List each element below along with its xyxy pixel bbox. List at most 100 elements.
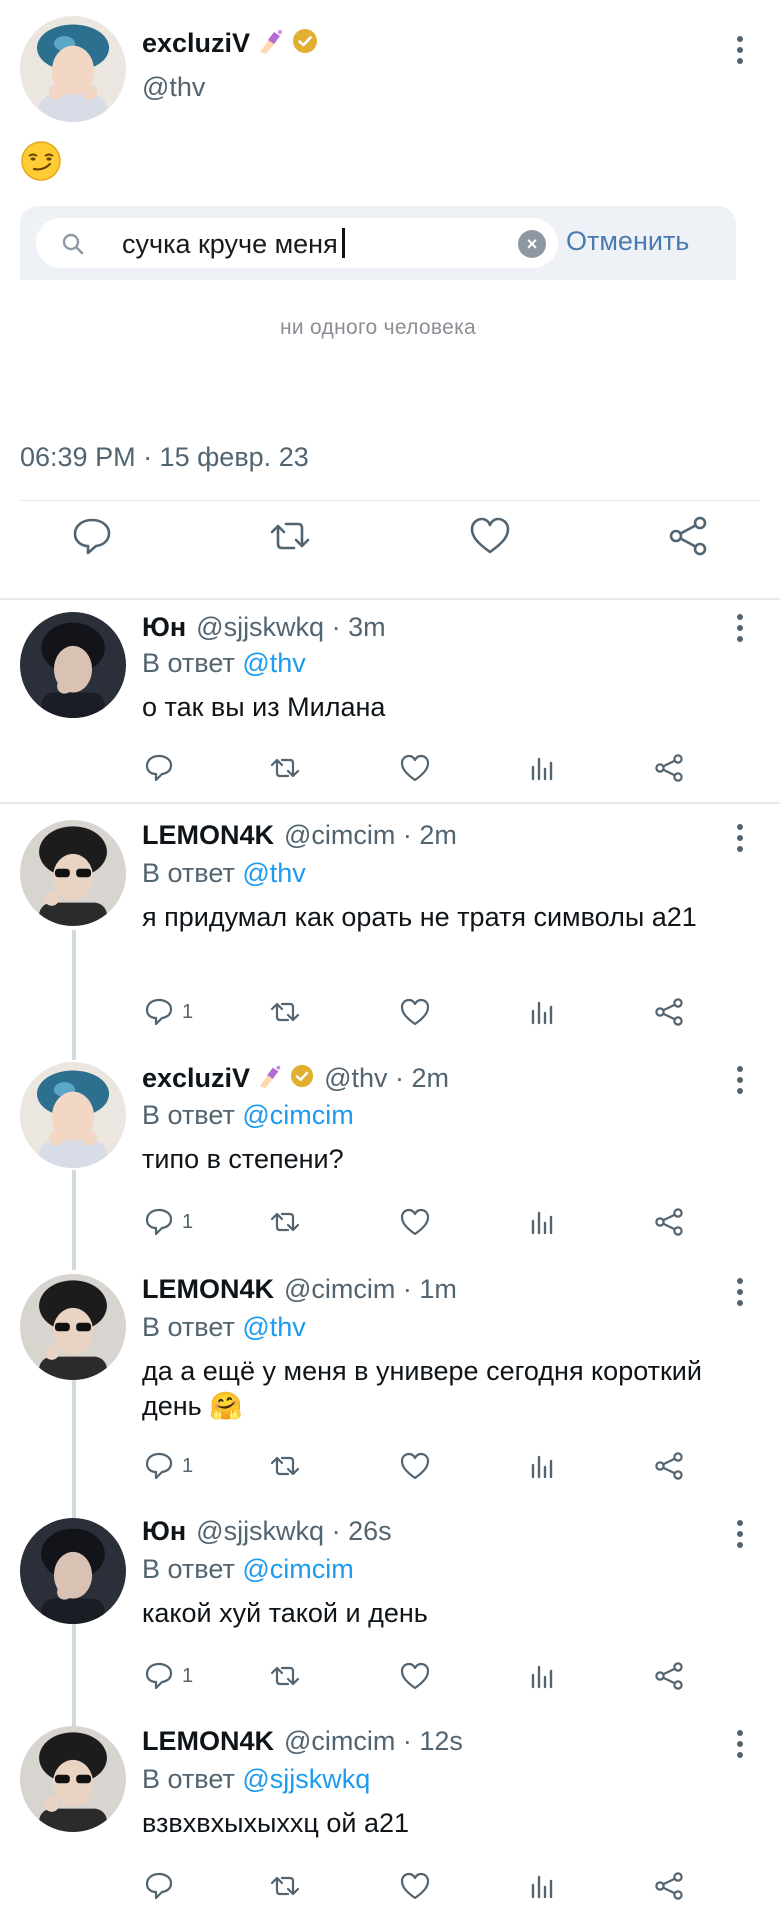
share-button[interactable] xyxy=(652,1658,686,1694)
author-name[interactable]: LEMON4K xyxy=(142,820,274,851)
reply-button[interactable]: 1 xyxy=(142,1204,193,1240)
like-button[interactable] xyxy=(398,1448,432,1484)
reply-action-bar: 1 xyxy=(0,1658,780,1698)
like-icon[interactable] xyxy=(466,512,514,560)
like-button[interactable] xyxy=(398,1658,432,1694)
author-handle[interactable]: @cimcim · 1m xyxy=(284,1274,457,1305)
reply-text: взвхвхыхыххц ой а21 xyxy=(142,1808,410,1838)
analytics-button[interactable] xyxy=(526,1204,560,1240)
more-options-icon[interactable] xyxy=(726,1514,754,1554)
reply-button[interactable] xyxy=(142,750,182,786)
mention-link[interactable]: @cimcim xyxy=(242,1554,353,1584)
author-name[interactable]: Юн xyxy=(142,612,186,643)
more-options-icon[interactable] xyxy=(726,1272,754,1312)
author-name[interactable]: LEMON4K xyxy=(142,1274,274,1305)
avatar[interactable] xyxy=(20,612,126,718)
verified-badge-icon xyxy=(292,28,318,59)
analytics-button[interactable] xyxy=(526,994,560,1030)
author-handle[interactable]: @thv · 2m xyxy=(324,1063,449,1094)
more-options-icon[interactable] xyxy=(726,30,754,70)
avatar[interactable] xyxy=(20,820,126,926)
divider xyxy=(20,500,760,501)
author-name[interactable]: excluziV xyxy=(142,1063,250,1094)
like-button[interactable] xyxy=(398,994,432,1030)
reply-button[interactable]: 1 xyxy=(142,994,193,1030)
main-avatar[interactable] xyxy=(20,16,126,122)
reply-tweet[interactable]: Юн @sjjskwkq · 3m В ответ @thv о так вы … xyxy=(0,600,780,802)
avatar[interactable] xyxy=(20,1518,126,1624)
share-icon xyxy=(655,1452,683,1480)
analytics-button[interactable] xyxy=(526,1448,560,1484)
analytics-button[interactable] xyxy=(526,750,560,786)
reply-to-line: В ответ @thv xyxy=(142,858,306,888)
more-options-icon[interactable] xyxy=(726,818,754,858)
like-button[interactable] xyxy=(398,1204,432,1240)
tweet-timestamp[interactable]: 06:39 PM · 15 февр. 23 xyxy=(20,442,309,473)
retweet-icon[interactable] xyxy=(266,512,314,560)
reply-text: типо в степени? xyxy=(142,1144,344,1174)
more-options-icon[interactable] xyxy=(726,1060,754,1100)
avatar[interactable] xyxy=(20,1062,126,1168)
search-icon xyxy=(62,233,84,255)
reply-icon[interactable] xyxy=(68,512,116,560)
analytics-button[interactable] xyxy=(526,1658,560,1694)
verified-badge-icon xyxy=(290,1064,314,1093)
author-name[interactable]: LEMON4K xyxy=(142,1726,274,1757)
author-handle[interactable]: @sjjskwkq · 26s xyxy=(196,1516,391,1547)
share-icon xyxy=(655,1872,683,1900)
main-tweet: excluziV @thv сучка круче меня × Отменит… xyxy=(0,0,780,598)
reply-tweet[interactable]: LEMON4K @cimcim · 1m В ответ @thv да а е… xyxy=(0,1260,780,1504)
reply-to-line: В ответ @cimcim xyxy=(142,1554,354,1584)
retweet-button[interactable] xyxy=(268,1658,302,1694)
share-button[interactable] xyxy=(652,1448,686,1484)
share-button[interactable] xyxy=(652,750,686,786)
avatar[interactable] xyxy=(20,1726,126,1832)
like-icon xyxy=(400,1452,430,1480)
reply-to-line: В ответ @cimcim xyxy=(142,1100,354,1130)
retweet-icon xyxy=(270,1666,300,1686)
author-handle[interactable]: @cimcim · 12s xyxy=(284,1726,463,1757)
avatar[interactable] xyxy=(20,1274,126,1380)
analytics-icon xyxy=(531,1665,553,1689)
author-handle[interactable]: @sjjskwkq · 3m xyxy=(196,612,385,643)
retweet-button[interactable] xyxy=(268,1448,302,1484)
share-button[interactable] xyxy=(652,994,686,1030)
author-name[interactable]: Юн xyxy=(142,1516,186,1547)
share-button[interactable] xyxy=(652,1204,686,1240)
analytics-icon xyxy=(531,1455,553,1479)
more-options-icon[interactable] xyxy=(726,608,754,648)
tweet-emoji xyxy=(20,140,62,182)
reply-icon xyxy=(145,1872,173,1900)
analytics-icon xyxy=(531,1875,553,1899)
reply-tweet[interactable]: Юн @sjjskwkq · 26s В ответ @cimcim какой… xyxy=(0,1504,780,1712)
analytics-button[interactable] xyxy=(526,1868,560,1904)
retweet-button[interactable] xyxy=(268,750,302,786)
reply-button[interactable]: 1 xyxy=(142,1658,193,1694)
mention-link[interactable]: @cimcim xyxy=(242,1100,353,1130)
divider xyxy=(0,802,780,804)
share-button[interactable] xyxy=(652,1868,686,1904)
retweet-button[interactable] xyxy=(268,1204,302,1240)
retweet-button[interactable] xyxy=(268,994,302,1030)
author-name[interactable]: excluziV xyxy=(142,28,250,59)
retweet-button[interactable] xyxy=(268,1868,302,1904)
author-handle[interactable]: @thv xyxy=(142,72,205,103)
share-icon[interactable] xyxy=(664,512,712,560)
reply-icon xyxy=(145,998,173,1026)
like-button[interactable] xyxy=(398,1868,432,1904)
mention-link[interactable]: @thv xyxy=(242,648,305,678)
like-button[interactable] xyxy=(398,750,432,786)
reply-button[interactable] xyxy=(142,1868,182,1904)
reply-button[interactable]: 1 xyxy=(142,1448,193,1484)
retweet-icon xyxy=(270,1002,300,1022)
mention-link[interactable]: @sjjskwkq xyxy=(242,1764,370,1794)
mention-link[interactable]: @thv xyxy=(242,858,305,888)
mention-link[interactable]: @thv xyxy=(242,1312,305,1342)
reply-action-bar: 1 xyxy=(0,1448,780,1488)
reply-tweet[interactable]: LEMON4K @cimcim · 12s В ответ @sjjskwkq … xyxy=(0,1712,780,1920)
reply-tweet[interactable]: LEMON4K @cimcim · 2m В ответ @thv я прид… xyxy=(0,806,780,1050)
like-icon xyxy=(400,1662,430,1690)
more-options-icon[interactable] xyxy=(726,1724,754,1764)
reply-tweet[interactable]: excluziV @thv · 2m В ответ @cimcim типо … xyxy=(0,1050,780,1260)
author-handle[interactable]: @cimcim · 2m xyxy=(284,820,457,851)
